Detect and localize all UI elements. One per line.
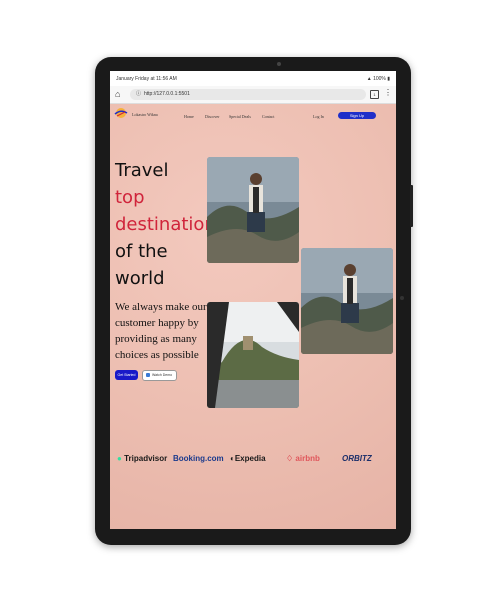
logo-icon[interactable] <box>114 107 128 119</box>
watch-demo-label: Watch Demo <box>152 373 173 377</box>
hero-photo-3 <box>207 302 299 408</box>
tabs-icon[interactable]: 1 <box>370 90 379 99</box>
partner-expedia-label: Expedia <box>234 454 266 463</box>
hero-subtitle: We always make our customer happy by pro… <box>115 301 207 361</box>
play-icon <box>146 373 150 378</box>
info-icon[interactable]: ⓘ <box>136 89 141 100</box>
brand-name: Lokastro Wikna <box>132 112 158 117</box>
partner-airbnb: ♢ airbnb <box>286 454 320 463</box>
power-button <box>410 185 413 227</box>
nav-link-contact[interactable]: Contact <box>262 114 274 119</box>
hero-line-5: world <box>115 268 165 289</box>
partner-tripadvisor-label: Tripadvisor <box>124 454 168 463</box>
home-icon[interactable]: ⌂ <box>115 89 125 99</box>
tablet-screen: January Friday at 11:56 AM ▲ 100% ▮ ⌂ ⓘ … <box>110 71 396 529</box>
web-page: Lokastro Wikna Home Discover Special Dea… <box>110 104 396 529</box>
battery-level: 100% <box>373 76 386 82</box>
address-bar[interactable]: ⓘ http://127.0.0.1:5501 <box>130 89 366 100</box>
get-started-button[interactable]: Get Started <box>115 370 138 380</box>
hero-photo-1 <box>207 157 299 263</box>
hero-photo-2 <box>301 248 393 354</box>
partner-booking: Booking.com <box>173 454 224 463</box>
partner-orbitz: ORBITZ <box>342 454 372 463</box>
status-bar: January Friday at 11:56 AM ▲ 100% ▮ <box>110 71 396 86</box>
partner-tripadvisor: ● Tripadvisor <box>117 454 167 463</box>
login-link[interactable]: Log In <box>313 114 324 119</box>
partner-airbnb-label: airbnb <box>295 454 320 463</box>
more-menu-icon[interactable]: ⋮ <box>384 88 392 97</box>
partner-expedia: ◐Expedia <box>230 454 266 463</box>
signup-button[interactable]: Sign Up <box>338 112 376 119</box>
airbnb-icon: ♢ <box>286 454 294 463</box>
sensor-dot <box>400 296 404 300</box>
owl-icon: ● <box>117 454 122 463</box>
status-time: January Friday at 11:56 AM <box>116 76 177 82</box>
partner-logos: ● Tripadvisor Booking.com ◐Expedia ♢ air… <box>110 449 396 471</box>
url-text: http://127.0.0.1:5501 <box>144 91 190 97</box>
browser-toolbar: ⌂ ⓘ http://127.0.0.1:5501 1 ⋮ <box>110 86 396 104</box>
camera-dot <box>277 62 281 66</box>
watch-demo-button[interactable]: Watch Demo <box>142 370 177 381</box>
status-right: ▲ 100% ▮ <box>366 76 390 82</box>
nav-link-discover[interactable]: Discover <box>205 114 219 119</box>
site-nav: Lokastro Wikna Home Discover Special Dea… <box>110 104 396 124</box>
nav-link-special-deals[interactable]: Special Deals <box>229 114 251 119</box>
nav-link-home[interactable]: Home <box>184 114 194 119</box>
